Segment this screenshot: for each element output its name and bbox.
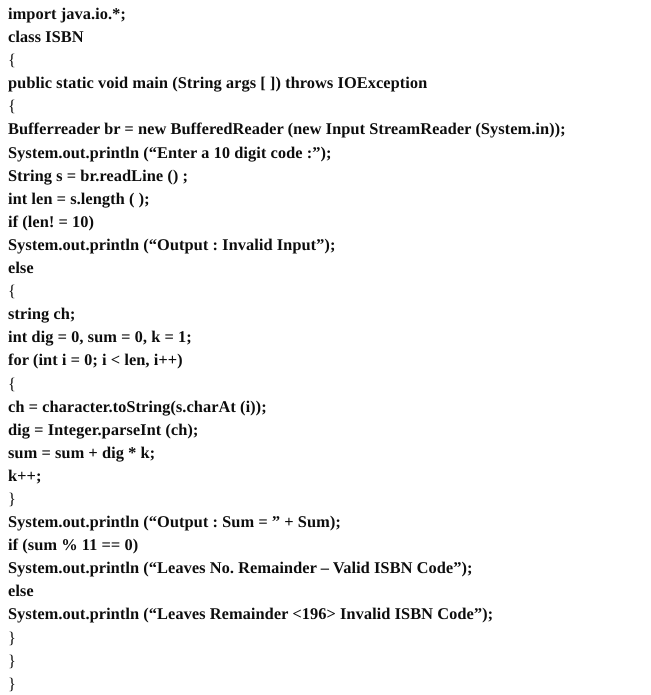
code-line: else	[8, 581, 34, 601]
code-line: }	[8, 650, 16, 670]
code-line: Bufferreader br = new BufferedReader (ne…	[8, 119, 566, 139]
code-line: class ISBN	[8, 27, 84, 47]
code-line: System.out.println (“Output : Sum = ” + …	[8, 512, 341, 532]
code-line: }	[8, 673, 16, 693]
code-line: {	[8, 373, 16, 393]
code-line: int dig = 0, sum = 0, k = 1;	[8, 327, 192, 347]
code-listing: import java.io.*; class ISBN { public stati…	[8, 2, 648, 695]
code-line: sum = sum + dig * k;	[8, 442, 156, 462]
code-line: if (len! = 10)	[8, 211, 95, 231]
code-line: else	[8, 258, 34, 278]
code-line: dig = Integer.parseInt (ch);	[8, 419, 199, 439]
code-line: {	[8, 96, 16, 116]
code-line: System.out.println (“Output : Invalid In…	[8, 234, 336, 254]
code-line: public static void main (String args [ ]…	[8, 73, 428, 93]
code-line: String s = br.readLine () ;	[8, 165, 189, 185]
code-line: }	[8, 627, 16, 647]
code-line: }	[8, 488, 16, 508]
code-line: k++;	[8, 465, 42, 485]
code-line: if (sum % 11 == 0)	[8, 535, 139, 555]
code-line: for (int i = 0; i < len, i++)	[8, 350, 183, 370]
code-line: {	[8, 50, 16, 70]
scanned-page: import java.io.*; class ISBN { public stati…	[0, 0, 651, 693]
code-line: System.out.println (“Leaves Remainder <1…	[8, 604, 494, 624]
code-line: string ch;	[8, 304, 76, 324]
code-line: System.out.println (“Enter a 10 digit co…	[8, 142, 332, 162]
code-line: import java.io.*;	[8, 4, 126, 23]
code-line: System.out.println (“Leaves No. Remainde…	[8, 558, 473, 578]
code-line: {	[8, 281, 16, 301]
code-line: ch = character.toString(s.charAt (i));	[8, 396, 267, 416]
code-line: int len = s.length ( );	[8, 188, 150, 208]
